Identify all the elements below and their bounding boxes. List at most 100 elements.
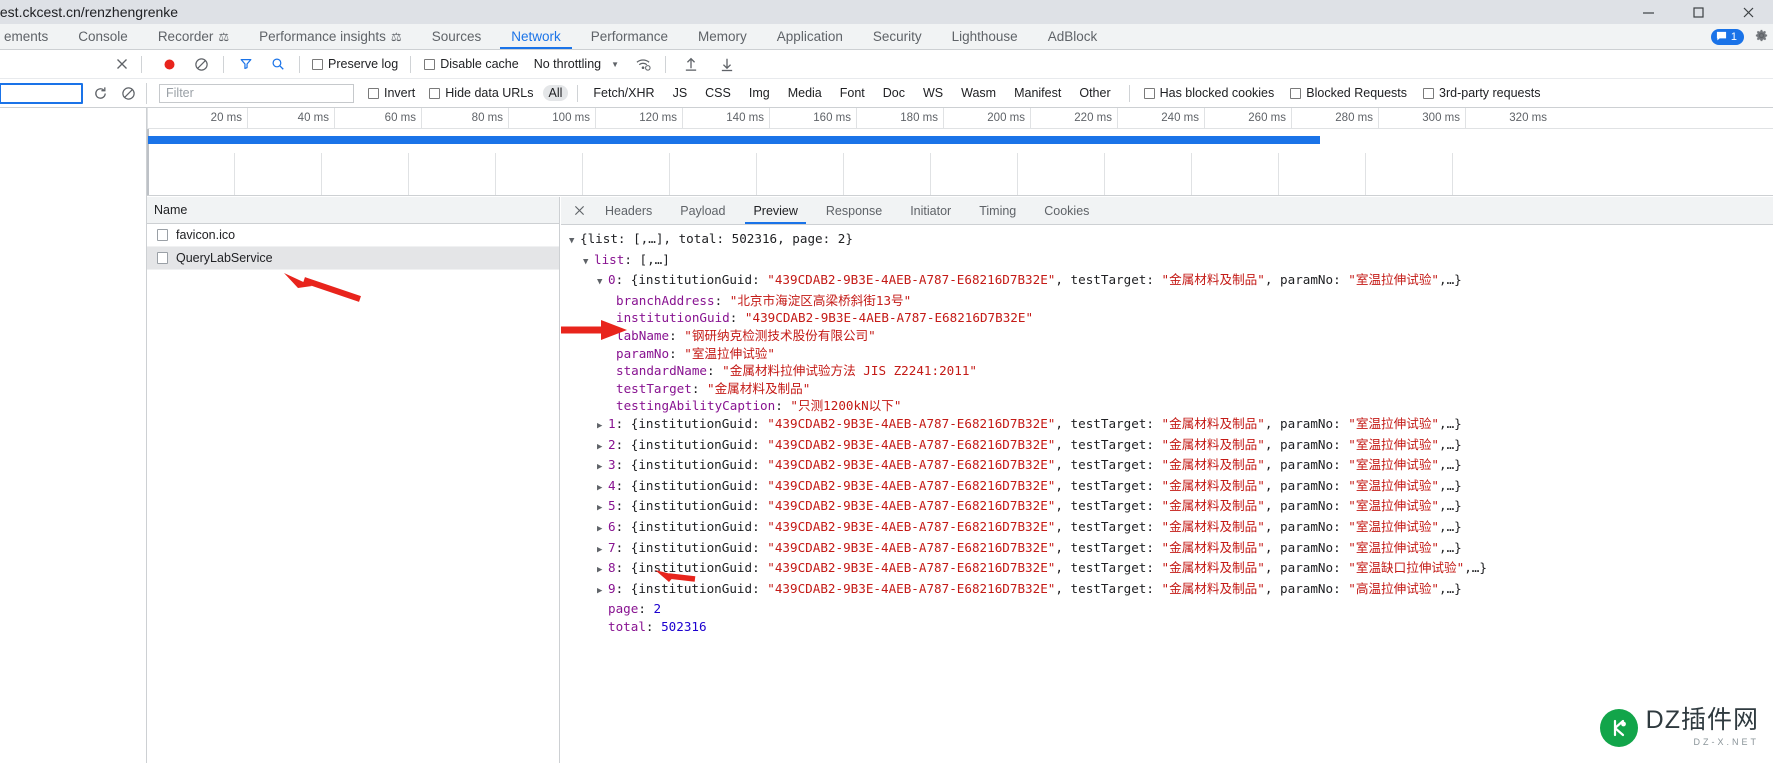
filter-type-media[interactable]: Media	[782, 85, 828, 101]
clear-icon[interactable]	[116, 81, 140, 105]
table-row[interactable]: QueryLabService	[147, 247, 559, 270]
close-detail-icon[interactable]	[567, 197, 591, 224]
json-mid: , paramNo:	[1264, 457, 1349, 473]
expand-twisty-icon[interactable]: ▼	[597, 274, 608, 292]
reload-icon[interactable]	[88, 81, 112, 105]
tab-lighthouse[interactable]: Lighthouse	[937, 24, 1033, 49]
collapse-twisty-icon[interactable]: ▶	[597, 542, 608, 560]
tab-performance[interactable]: Performance	[576, 24, 683, 49]
record-button[interactable]	[157, 52, 181, 76]
tab-console[interactable]: Console	[63, 24, 143, 49]
table-row[interactable]: favicon.ico	[147, 224, 559, 247]
json-collapsed-item-line[interactable]: ▶ 6: {institutionGuid: "439CDAB2-9B3E-4AE…	[569, 518, 1773, 539]
disable-cache-checkbox[interactable]: Disable cache	[424, 57, 519, 71]
close-icon[interactable]	[1723, 0, 1773, 24]
url-text[interactable]: test.ckcest.cn/renzhengrenke	[0, 4, 178, 20]
search-icon[interactable]	[266, 52, 290, 76]
filter-type-wasm[interactable]: Wasm	[955, 85, 1002, 101]
json-collapsed-item-line[interactable]: ▶ 9: {institutionGuid: "439CDAB2-9B3E-4AE…	[569, 580, 1773, 601]
json-collapsed-item-line[interactable]: ▶ 2: {institutionGuid: "439CDAB2-9B3E-4AE…	[569, 436, 1773, 457]
json-collapsed-item-line[interactable]: ▶ 8: {institutionGuid: "439CDAB2-9B3E-4AE…	[569, 559, 1773, 580]
json-item0-line[interactable]: ▼ 0: {institutionGuid: "439CDAB2-9B3E-4AE…	[569, 271, 1773, 292]
wifi-throttle-icon[interactable]	[631, 52, 655, 76]
json-collapsed-item-line[interactable]: ▶ 4: {institutionGuid: "439CDAB2-9B3E-4AE…	[569, 477, 1773, 498]
tab-preview[interactable]: Preview	[739, 197, 811, 224]
filter-type-other[interactable]: Other	[1073, 85, 1116, 101]
filter-icon[interactable]	[234, 52, 258, 76]
close-icon[interactable]	[110, 52, 134, 76]
filter-type-css[interactable]: CSS	[699, 85, 737, 101]
collapse-twisty-icon[interactable]: ▶	[597, 459, 608, 477]
import-har-icon[interactable]	[679, 52, 703, 76]
filter-type-all[interactable]: All	[542, 85, 569, 101]
json-prop-line[interactable]: testingAbilityCaption: "只测1200kN以下"	[569, 397, 1773, 415]
json-prop-line[interactable]: standardName: "金属材料拉伸试验方法 JIS Z2241:2011…	[569, 362, 1773, 380]
blocked-requests-checkbox[interactable]: Blocked Requests	[1290, 86, 1407, 100]
tab-elements[interactable]: ements	[0, 24, 63, 49]
filter-type-doc[interactable]: Doc	[877, 85, 911, 101]
throttling-select[interactable]: No throttling ▼	[534, 57, 619, 71]
tab-response[interactable]: Response	[812, 197, 896, 224]
json-prop-line[interactable]: testTarget: "金属材料及制品"	[569, 380, 1773, 398]
tab-memory[interactable]: Memory	[683, 24, 762, 49]
gear-icon[interactable]	[1754, 28, 1769, 47]
tab-application[interactable]: Application	[762, 24, 858, 49]
network-overview-timeline[interactable]: 20 ms 40 ms 60 ms 80 ms 100 ms 120 ms 14…	[147, 108, 1773, 196]
message-count-badge[interactable]: 1	[1710, 29, 1744, 45]
preserve-log-checkbox[interactable]: Preserve log	[312, 57, 398, 71]
clear-button[interactable]	[189, 52, 213, 76]
export-har-icon[interactable]	[715, 52, 739, 76]
filter-input[interactable]: Filter	[159, 83, 354, 103]
tab-adblock[interactable]: AdBlock	[1033, 24, 1113, 49]
tab-headers[interactable]: Headers	[591, 197, 666, 224]
json-root-line[interactable]: ▼ {list: [,…], total: 502316, page: 2}	[569, 230, 1773, 251]
filter-type-js[interactable]: JS	[667, 85, 694, 101]
collapse-twisty-icon[interactable]: ▶	[597, 521, 608, 539]
collapse-twisty-icon[interactable]: ▶	[597, 480, 608, 498]
tab-label: Payload	[680, 203, 726, 218]
tab-network[interactable]: Network	[496, 24, 576, 49]
minimize-icon[interactable]	[1623, 0, 1673, 24]
filter-type-img[interactable]: Img	[743, 85, 776, 101]
tab-timing[interactable]: Timing	[965, 197, 1030, 224]
hide-data-urls-checkbox[interactable]: Hide data URLs	[429, 86, 534, 100]
filter-type-fetch-xhr[interactable]: Fetch/XHR	[587, 85, 660, 101]
tab-sources[interactable]: Sources	[417, 24, 497, 49]
json-list-line[interactable]: ▼ list: [,…]	[569, 251, 1773, 272]
tab-recorder[interactable]: Recorder ⚖	[143, 24, 244, 49]
column-header-name: Name	[154, 203, 188, 217]
filter-type-manifest[interactable]: Manifest	[1008, 85, 1067, 101]
experiment-flask-icon: ⚖	[218, 29, 230, 44]
json-collapsed-item-line[interactable]: ▶ 1: {institutionGuid: "439CDAB2-9B3E-4AE…	[569, 415, 1773, 436]
tab-security[interactable]: Security	[858, 24, 937, 49]
filter-type-font[interactable]: Font	[834, 85, 871, 101]
collapse-twisty-icon[interactable]: ▶	[597, 562, 608, 580]
json-collapsed-item-line[interactable]: ▶ 3: {institutionGuid: "439CDAB2-9B3E-4AE…	[569, 456, 1773, 477]
collapse-twisty-icon[interactable]: ▶	[597, 500, 608, 518]
has-blocked-cookies-checkbox[interactable]: Has blocked cookies	[1143, 86, 1274, 100]
collapse-twisty-icon[interactable]: ▶	[597, 418, 608, 436]
expand-twisty-icon[interactable]: ▼	[569, 233, 580, 251]
json-collapsed-item-line[interactable]: ▶ 7: {institutionGuid: "439CDAB2-9B3E-4AE…	[569, 539, 1773, 560]
filter-type-ws[interactable]: WS	[917, 85, 949, 101]
json-total-line[interactable]: total: 502316	[569, 618, 1773, 636]
third-party-requests-checkbox[interactable]: 3rd-party requests	[1423, 86, 1540, 100]
json-prop-line[interactable]: paramNo: "室温拉伸试验"	[569, 345, 1773, 363]
maximize-icon[interactable]	[1673, 0, 1723, 24]
request-list-header[interactable]: Name	[147, 197, 559, 224]
tab-performance-insights[interactable]: Performance insights ⚖	[244, 24, 417, 49]
json-prop-line[interactable]: labName: "钢研纳克检测技术股份有限公司"	[569, 327, 1773, 345]
collapse-twisty-icon[interactable]: ▶	[597, 439, 608, 457]
invert-checkbox[interactable]: Invert	[368, 86, 415, 100]
expand-twisty-icon[interactable]: ▼	[583, 254, 594, 272]
json-prop-line[interactable]: institutionGuid: "439CDAB2-9B3E-4AEB-A78…	[569, 309, 1773, 327]
tab-initiator[interactable]: Initiator	[896, 197, 965, 224]
json-collapsed-item-line[interactable]: ▶ 5: {institutionGuid: "439CDAB2-9B3E-4AE…	[569, 497, 1773, 518]
blocked-requests-label: Blocked Requests	[1306, 86, 1408, 100]
search-input[interactable]	[0, 83, 83, 104]
json-prop-line[interactable]: branchAddress: "北京市海淀区高梁桥斜街13号"	[569, 292, 1773, 310]
tab-payload[interactable]: Payload	[666, 197, 739, 224]
tab-cookies[interactable]: Cookies	[1030, 197, 1103, 224]
json-page-line[interactable]: page: 2	[569, 600, 1773, 618]
collapse-twisty-icon[interactable]: ▶	[597, 583, 608, 601]
